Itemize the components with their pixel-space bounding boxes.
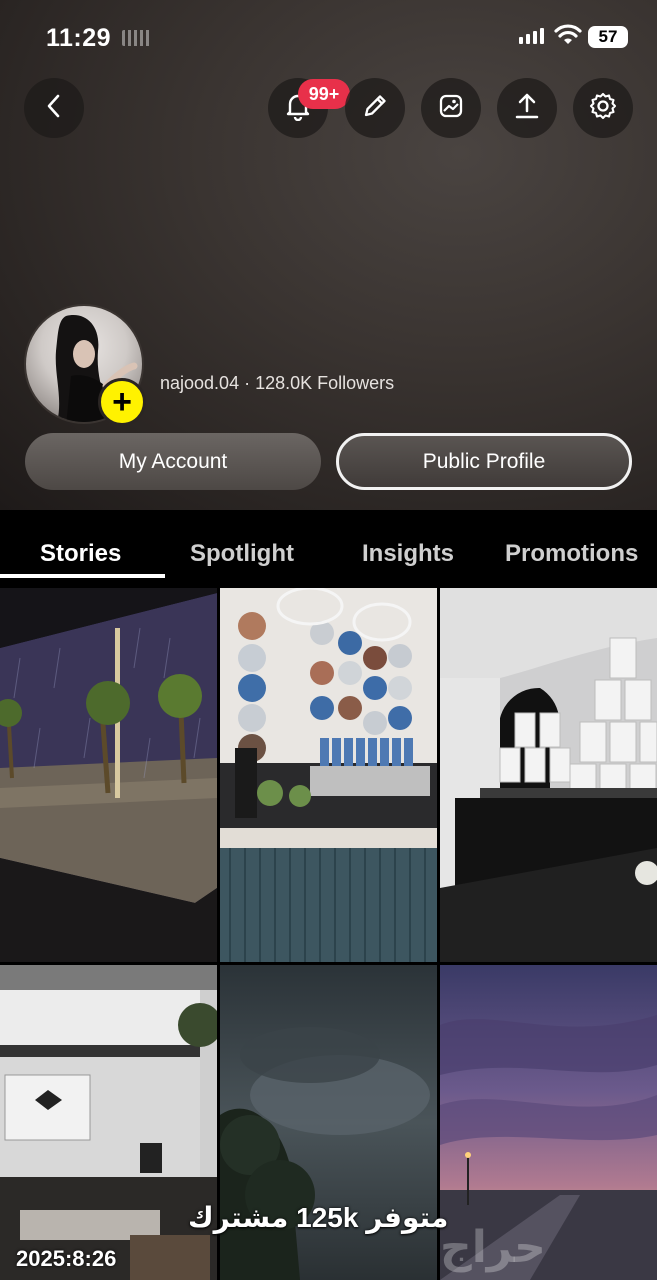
add-story-button[interactable]: + (98, 378, 146, 426)
cellular-signal-icon (519, 28, 544, 44)
story-thumbnail[interactable] (220, 588, 437, 962)
tab-promotions[interactable]: Promotions (505, 540, 638, 568)
status-time: 11:29 (46, 24, 112, 52)
caption-overlay: متوفر 125k مشترك (188, 1202, 449, 1233)
gear-icon (588, 91, 618, 126)
stories-grid: 2025:8:26 (0, 588, 657, 1280)
pencil-icon (361, 92, 389, 125)
notification-badge: 99+ (298, 79, 350, 109)
profile-info: najood.04 · 128.0K Followers (160, 373, 394, 394)
share-upload-icon (513, 91, 541, 126)
separator: · (244, 373, 251, 393)
date-stamp: 2025:8:26 (16, 1246, 117, 1271)
public-profile-button[interactable]: Public Profile (336, 433, 632, 490)
story-thumbnail[interactable] (440, 588, 657, 962)
tab-insights[interactable]: Insights (362, 540, 454, 568)
plus-icon: + (112, 382, 132, 421)
share-button[interactable] (497, 78, 557, 138)
edit-button[interactable] (345, 78, 405, 138)
story-thumbnail[interactable] (0, 588, 217, 962)
battery-indicator: 57 (588, 26, 628, 48)
username[interactable]: najood.04 (160, 373, 239, 393)
back-icon (43, 93, 65, 124)
followers-count[interactable]: 128.0K Followers (255, 373, 394, 393)
tab-spotlight[interactable]: Spotlight (190, 540, 294, 568)
tab-stories[interactable]: Stories (40, 540, 121, 568)
settings-button[interactable] (573, 78, 633, 138)
back-button[interactable] (24, 78, 84, 138)
my-account-button[interactable]: My Account (25, 433, 321, 490)
photo-icon (437, 92, 465, 125)
watermark: حراج (440, 1223, 546, 1272)
photo-button[interactable] (421, 78, 481, 138)
status-bar: 11:29 57 (0, 0, 657, 80)
wifi-icon (554, 24, 582, 51)
active-tab-indicator (0, 574, 165, 578)
story-thumbnail[interactable]: 2025:8:26 (0, 965, 217, 1280)
carrier-indicator (122, 30, 152, 46)
